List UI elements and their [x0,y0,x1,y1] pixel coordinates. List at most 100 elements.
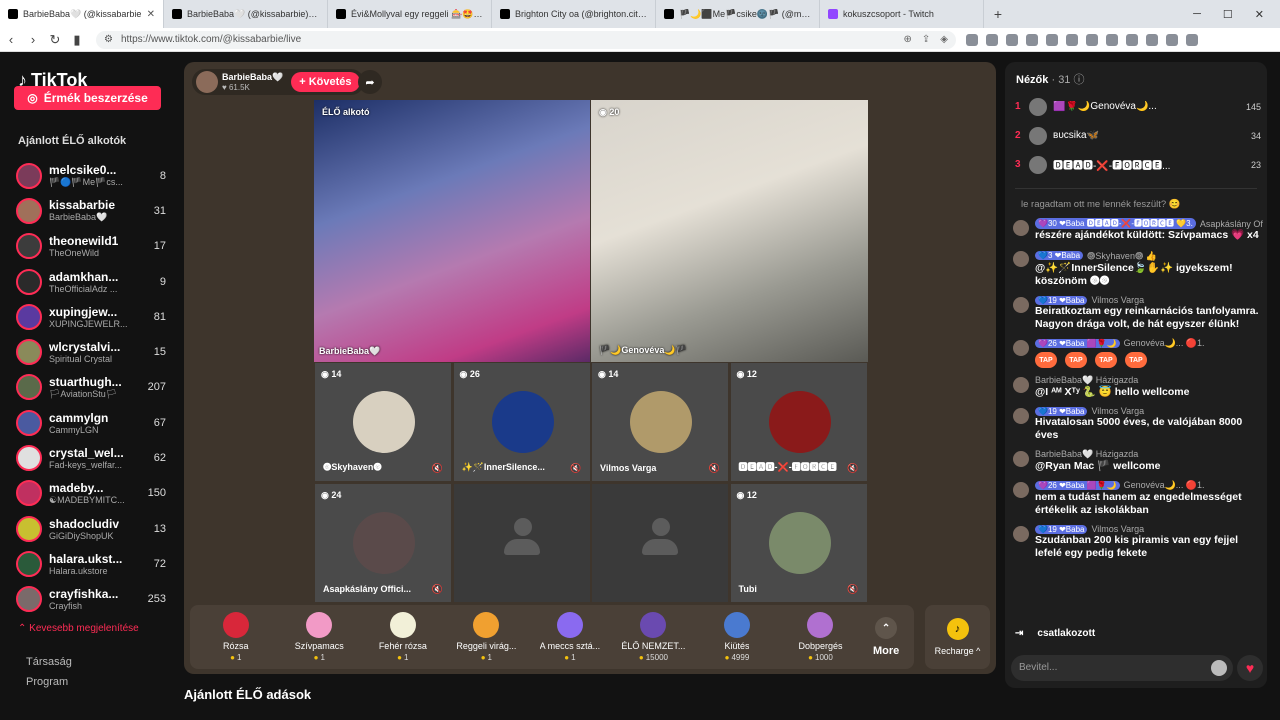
creator-avatar[interactable] [16,445,42,472]
sidebar-creator[interactable]: shadocludiv GiGiDiyShopUK 13 [16,511,166,546]
sidebar-creator[interactable]: crystal_wel... Fad-keys_welfar... 62 [16,440,166,475]
creator-avatar[interactable] [16,515,42,542]
sidebar-creator[interactable]: wlcrystalvi... Spiritual Crystal 15 [16,334,166,369]
gift-item[interactable]: Fehér rózsa 1 [361,609,445,665]
sidebar-creator[interactable]: cammylgn CammyLGN 67 [16,405,166,440]
chat-avatar[interactable] [1013,377,1029,393]
chat-username[interactable]: Genovéva🌙... 🔴1. [1124,338,1205,349]
sidebar-creator[interactable]: theonewild1 TheOneWild 17 [16,229,166,264]
footer-link-company[interactable]: Társaság [26,656,72,668]
extension-icon[interactable] [966,33,978,46]
forward-icon[interactable]: › [22,32,44,47]
guest-slot[interactable]: ◉ 14 𖣐Skyhaven𖣐 🔇 [314,362,452,482]
viewer-avatar[interactable] [1029,97,1047,116]
creator-avatar[interactable] [16,268,42,295]
browser-tab[interactable]: Évi&Mollyval egy reggeli 🎰🤩 (@m [328,0,492,28]
creator-avatar[interactable] [16,374,42,401]
chat-avatar[interactable] [1013,251,1029,267]
extension-icon[interactable] [1066,33,1078,46]
shield-icon[interactable]: ◈ [940,34,948,45]
chat-avatar[interactable] [1013,297,1029,313]
main-host-video[interactable]: ÉLŐ alkotó BarbieBaba🤍 [314,100,590,362]
gift-item[interactable]: Szívpamacs 1 [278,609,362,665]
zoom-icon[interactable]: ⊕ [904,34,912,45]
extension-icon[interactable] [1146,33,1158,46]
sidebar-creator[interactable]: crayfishka... Crayfish 253 [16,582,166,617]
chat-username[interactable]: Asapkáslány Official... [1200,219,1263,229]
guest-slot[interactable]: ◉ 26 ✨🪄InnerSilence... 🔇 [452,362,591,482]
site-settings-icon[interactable]: ⚙ [104,34,113,45]
chat-avatar[interactable] [1013,340,1029,356]
gift-item[interactable]: Dobpergés 1000 [779,609,863,665]
more-gifts-button[interactable]: ⌃ More [862,609,910,665]
chat-input[interactable]: Bevitel... [1011,655,1233,681]
chat-username[interactable]: Genovéva🌙... 🔴1. [1124,480,1205,491]
sidebar-creator[interactable]: halara.ukst... Halara.ukstore 72 [16,546,166,581]
menu-icon[interactable] [1186,33,1198,46]
creator-avatar[interactable] [16,197,42,224]
gift-item[interactable]: Rózsa 1 [194,609,278,665]
guest-slot[interactable]: ◉ 12 🅳🅴🅰🅳-❌-🅵🅾🆁🅲🅴 🔇 [729,362,868,482]
host-info[interactable]: BarbieBaba🤍 ♥ 61.5K + Követés [192,69,364,95]
guest-slot[interactable]: ◉ 12 Tubi 🔇 [729,483,868,603]
extension-icon[interactable] [1126,33,1138,46]
viewer-avatar[interactable] [1029,126,1047,145]
creator-avatar[interactable] [16,339,42,366]
info-icon[interactable]: ⓘ [1074,74,1085,86]
sidebar-creator[interactable]: madeby... ☯MADEBYMITC... 150 [16,476,166,511]
close-window-icon[interactable]: ✕ [1255,8,1264,21]
top-viewer-row[interactable]: 1 🟪🌹🌙Genovéva🌙... 145 [1015,92,1261,121]
guest-slot[interactable]: ◉ 14 Vilmos Varga 🔇 [591,362,729,482]
extension-icon[interactable] [1026,33,1038,46]
browser-tab[interactable]: BarbieBaba🤍 (@kissabarbie ✕ [0,0,164,28]
close-tab-icon[interactable]: ✕ [147,9,155,20]
extension-icon[interactable] [1086,33,1098,46]
browser-tab[interactable]: Brighton City oa (@brighton.city) ÉLŐ [492,0,656,28]
creator-avatar[interactable] [16,480,42,507]
top-viewer-row[interactable]: 3 🅳🅴🅰🅳-❌-🅵🅾🆁🅲🅴... 23 [1015,150,1261,179]
chat-avatar[interactable] [1013,408,1029,424]
bookmark-icon[interactable]: ▮ [66,32,88,48]
gift-item[interactable]: ÉLŐ NEMZET... 15000 [612,609,696,665]
extension-icon[interactable] [1106,33,1118,46]
new-tab-button[interactable]: + [984,6,1012,22]
extension-icon[interactable] [1046,33,1058,46]
emoji-icon[interactable] [1211,660,1227,676]
creator-avatar[interactable] [16,409,42,436]
browser-tab[interactable]: kokuszcsoport - Twitch [820,0,984,28]
creator-avatar[interactable] [16,586,42,613]
sidebar-creator[interactable]: kissabarbie BarbieBaba🤍 31 [16,193,166,228]
creator-avatar[interactable] [16,233,42,260]
get-coins-button[interactable]: ◎ Érmék beszerzése [14,86,161,110]
chat-username[interactable]: BarbieBaba🤍 Házigazda [1035,449,1138,460]
browser-tab[interactable]: 🏴🌙⬛Me🏴csike🌚🏴 (@melc [656,0,820,28]
chat-username[interactable]: 𖣐Skyhaven𖣐 👍 [1087,249,1157,262]
guest-slot[interactable]: ◉ 24 Asapkáslány Offici... 🔇 [314,483,452,603]
recharge-button[interactable]: ♪ Recharge ^ [925,605,990,669]
gift-item[interactable]: A meccs sztá... 1 [528,609,612,665]
gift-item[interactable]: Reggeli virág... 1 [445,609,529,665]
share-icon[interactable]: ➦ [358,70,382,94]
sidebar-creator[interactable]: melcsike0... 🏴🔵🏴Me🏴cs... 8 [16,158,166,193]
sidebar-creator[interactable]: stuarthugh... 🏳AviationStu🏳 207 [16,370,166,405]
maximize-icon[interactable]: ☐ [1223,8,1233,21]
viewer-avatar[interactable] [1029,155,1047,174]
gift-item[interactable]: Kiütés 4999 [695,609,779,665]
chat-avatar[interactable] [1013,526,1029,542]
chat-username[interactable]: Vilmos Varga [1091,295,1144,305]
sidebar-creator[interactable]: xupingjew... XUPINGJEWELR... 81 [16,299,166,334]
chat-username[interactable]: Vilmos Varga [1091,524,1144,534]
extension-icon[interactable] [1006,33,1018,46]
extension-icon[interactable] [1166,33,1178,46]
show-less-link[interactable]: ⌃ Kevesebb megjelenítése [18,623,139,634]
back-icon[interactable]: ‹ [0,32,22,47]
like-heart-button[interactable]: ♥ [1237,655,1263,681]
creator-avatar[interactable] [16,550,42,577]
guest-video[interactable]: ◉ 20 🏴🌙Genovéva🌙🏴 [591,100,868,362]
minimize-icon[interactable]: ─ [1193,8,1201,21]
creator-avatar[interactable] [16,303,42,330]
top-viewer-row[interactable]: 2 ʙᴜcsika🦋 34 [1015,121,1261,150]
empty-guest-slot[interactable] [452,483,591,603]
chat-username[interactable]: Vilmos Varga [1091,406,1144,416]
share-icon[interactable]: ⇪ [922,34,930,45]
